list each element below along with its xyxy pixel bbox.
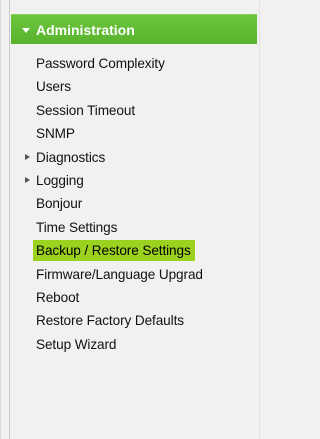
- panel-divider: [9, 0, 10, 439]
- caret-right-icon: [25, 153, 30, 160]
- menu-item-label: Setup Wizard: [36, 336, 117, 352]
- menu-item-label: Time Settings: [36, 219, 118, 235]
- menu-group-diagnostics[interactable]: Diagnostics: [11, 146, 257, 169]
- menu-item-label: SNMP: [36, 126, 75, 142]
- menu-item-time-settings[interactable]: Time Settings: [11, 216, 257, 239]
- administration-menu: Password Complexity Users Session Timeou…: [11, 52, 257, 356]
- menu-item-label: Reboot: [36, 289, 80, 305]
- menu-item-label: Users: [36, 79, 71, 95]
- caret-right-icon: [25, 177, 30, 184]
- menu-item-reboot[interactable]: Reboot: [11, 286, 257, 309]
- menu-item-label: Logging: [36, 172, 84, 188]
- navigation-panel: Administration Password Complexity Users…: [0, 0, 260, 439]
- menu-item-label: Session Timeout: [36, 102, 135, 118]
- menu-item-session-timeout[interactable]: Session Timeout: [11, 99, 257, 122]
- menu-item-password-complexity[interactable]: Password Complexity: [11, 52, 257, 75]
- menu-item-snmp[interactable]: SNMP: [11, 122, 257, 145]
- section-title: Administration: [36, 21, 135, 38]
- menu-item-backup-restore-settings[interactable]: Backup / Restore Settings: [11, 239, 257, 262]
- menu-item-restore-factory-defaults[interactable]: Restore Factory Defaults: [11, 309, 257, 332]
- caret-down-icon: [22, 27, 30, 33]
- menu-group-logging[interactable]: Logging: [11, 169, 257, 192]
- administration-section-header[interactable]: Administration: [11, 14, 257, 44]
- menu-item-label: Password Complexity: [36, 56, 165, 71]
- menu-item-users[interactable]: Users: [11, 75, 257, 98]
- menu-item-bonjour[interactable]: Bonjour: [11, 192, 257, 215]
- menu-item-label: Diagnostics: [36, 149, 106, 165]
- menu-item-firmware-language-upgrade[interactable]: Firmware/Language Upgrad: [11, 263, 257, 286]
- menu-item-label: Firmware/Language Upgrad: [36, 266, 203, 282]
- menu-item-label: Bonjour: [36, 196, 83, 212]
- menu-item-label-selected: Backup / Restore Settings: [33, 240, 195, 262]
- menu-item-label: Restore Factory Defaults: [36, 313, 184, 329]
- menu-item-setup-wizard[interactable]: Setup Wizard: [11, 333, 257, 356]
